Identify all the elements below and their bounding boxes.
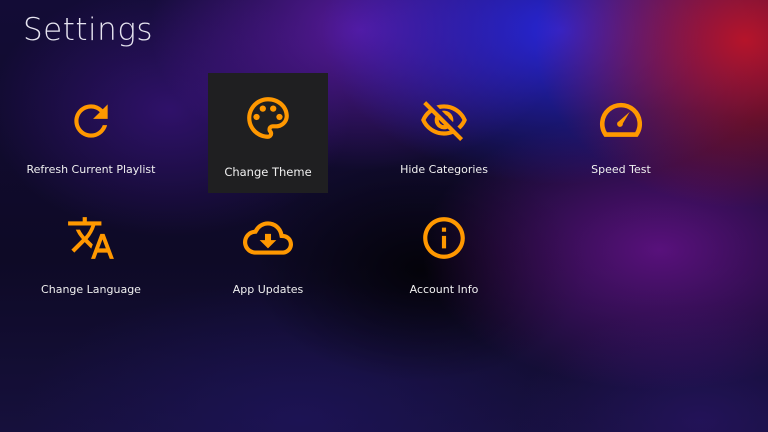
setting-account-info[interactable]: Account Info xyxy=(384,193,504,313)
palette-icon xyxy=(208,93,328,143)
refresh-icon xyxy=(31,96,151,146)
speedometer-icon xyxy=(561,96,681,146)
setting-label: Change Language xyxy=(41,283,141,296)
setting-change-theme[interactable]: Change Theme xyxy=(208,73,328,193)
setting-label: Change Theme xyxy=(224,165,312,179)
setting-speed-test[interactable]: Speed Test xyxy=(561,73,681,193)
setting-label: Refresh Current Playlist xyxy=(26,163,156,176)
setting-change-language[interactable]: Change Language xyxy=(31,193,151,313)
translate-icon xyxy=(31,213,151,263)
cloud-download-icon xyxy=(208,213,328,263)
setting-refresh-current-playlist[interactable]: Refresh Current Playlist xyxy=(27,73,155,193)
setting-label: App Updates xyxy=(232,283,304,296)
setting-label: Speed Test xyxy=(591,163,651,176)
setting-hide-categories[interactable]: Hide Categories xyxy=(384,73,504,193)
page-title: Settings xyxy=(23,12,154,48)
setting-app-updates[interactable]: App Updates xyxy=(208,193,328,313)
eye-off-icon xyxy=(384,96,504,146)
setting-label: Account Info xyxy=(409,283,479,296)
setting-label: Hide Categories xyxy=(400,163,488,176)
info-icon xyxy=(384,213,504,263)
